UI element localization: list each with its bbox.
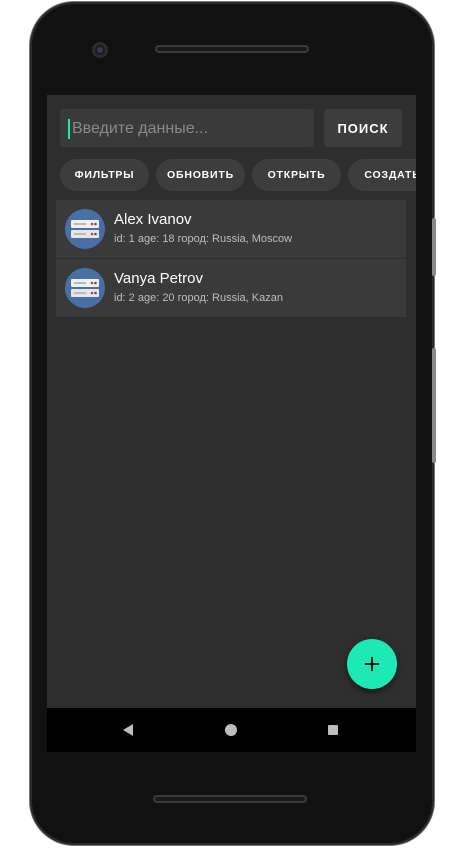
home-icon[interactable] — [225, 724, 237, 736]
volume-button — [432, 218, 436, 276]
bottom-speaker — [153, 795, 307, 803]
system-navbar — [47, 708, 416, 752]
power-button — [432, 348, 436, 463]
server-icon — [65, 209, 105, 249]
filters-chip[interactable]: ФИЛЬТРЫ — [60, 159, 149, 191]
list-item[interactable]: Vanya Petrov id: 2 age: 20 город: Russia… — [56, 259, 406, 317]
front-camera — [92, 42, 108, 58]
search-input[interactable] — [70, 113, 312, 145]
plus-icon — [365, 657, 379, 671]
server-icon — [65, 268, 105, 308]
search-field[interactable] — [60, 109, 314, 147]
refresh-chip[interactable]: ОБНОВИТЬ — [156, 159, 245, 191]
item-subtitle: id: 1 age: 18 город: Russia, Moscow — [114, 233, 293, 245]
top-speaker — [155, 45, 309, 53]
action-chips-row: ФИЛЬТРЫ ОБНОВИТЬ ОТКРЫТЬ СОЗДАТЬ — [60, 159, 416, 191]
item-subtitle: id: 2 age: 20 город: Russia, Kazan — [114, 292, 283, 304]
app-screen: ПОИСК ФИЛЬТРЫ ОБНОВИТЬ ОТКРЫТЬ СОЗДАТЬ A… — [47, 95, 416, 708]
recents-icon[interactable] — [328, 725, 338, 735]
back-icon[interactable] — [123, 724, 133, 736]
open-chip[interactable]: ОТКРЫТЬ — [252, 159, 341, 191]
search-button[interactable]: ПОИСК — [324, 109, 402, 147]
add-fab-button[interactable] — [347, 639, 397, 689]
item-title: Vanya Petrov — [114, 270, 203, 287]
create-chip[interactable]: СОЗДАТЬ — [348, 159, 416, 191]
item-title: Alex Ivanov — [114, 211, 192, 228]
list-item[interactable]: Alex Ivanov id: 1 age: 18 город: Russia,… — [56, 200, 406, 258]
